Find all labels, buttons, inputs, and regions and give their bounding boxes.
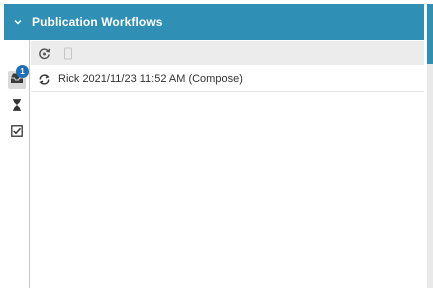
checkbox-icon (11, 124, 23, 142)
workflow-label: Rick 2021/11/23 11:52 AM (Compose) (58, 73, 243, 85)
workflow-row[interactable]: Rick 2021/11/23 11:52 AM (Compose) (31, 67, 424, 92)
tab-completed[interactable] (8, 124, 26, 142)
workflow-toolbar (31, 41, 424, 65)
panel-title: Publication Workflows (32, 15, 163, 29)
publication-workflows-panel: Publication Workflows 1 Rick 2021/11/23 … (4, 4, 424, 288)
hourglass-icon (12, 98, 22, 116)
side-tab-bar: 1 (4, 40, 30, 288)
workflow-cycle-icon (37, 72, 51, 86)
scrollbar-thumb[interactable] (427, 4, 433, 64)
delete-icon[interactable] (61, 46, 75, 60)
inbox-count-badge: 1 (16, 65, 29, 78)
refresh-icon[interactable] (37, 46, 51, 60)
tab-pending[interactable] (8, 98, 26, 116)
chevron-down-icon[interactable] (12, 16, 24, 28)
panel-header[interactable]: Publication Workflows (4, 4, 424, 40)
